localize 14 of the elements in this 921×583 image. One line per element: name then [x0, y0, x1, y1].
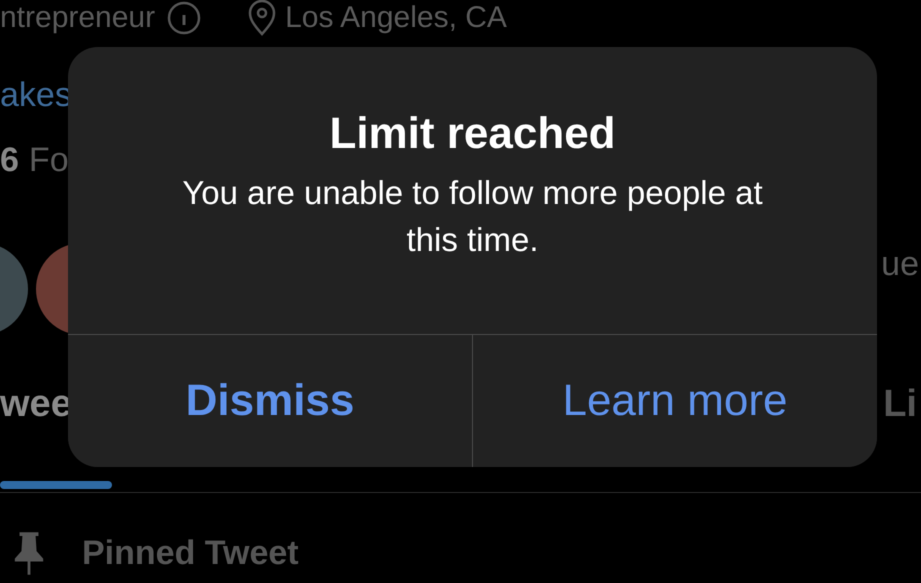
- occupation-text: ntrepreneur: [0, 0, 156, 36]
- learn-more-button[interactable]: Learn more: [472, 335, 877, 467]
- following-label: Fo: [28, 140, 69, 180]
- side-text: ue: [881, 244, 919, 284]
- following-count: 6: [0, 140, 19, 180]
- pin-icon: [12, 530, 46, 576]
- location-text: Los Angeles, CA: [285, 0, 507, 36]
- pinned-label: Pinned Tweet: [82, 534, 299, 572]
- profile-tab[interactable]: Li: [883, 382, 917, 426]
- dialog-title: Limit reached: [329, 109, 616, 159]
- location-pin-icon: [247, 0, 278, 36]
- info-icon: [167, 1, 202, 35]
- dialog-message: You are unable to follow more people at this time.: [181, 173, 764, 260]
- website-link[interactable]: akes: [0, 76, 72, 114]
